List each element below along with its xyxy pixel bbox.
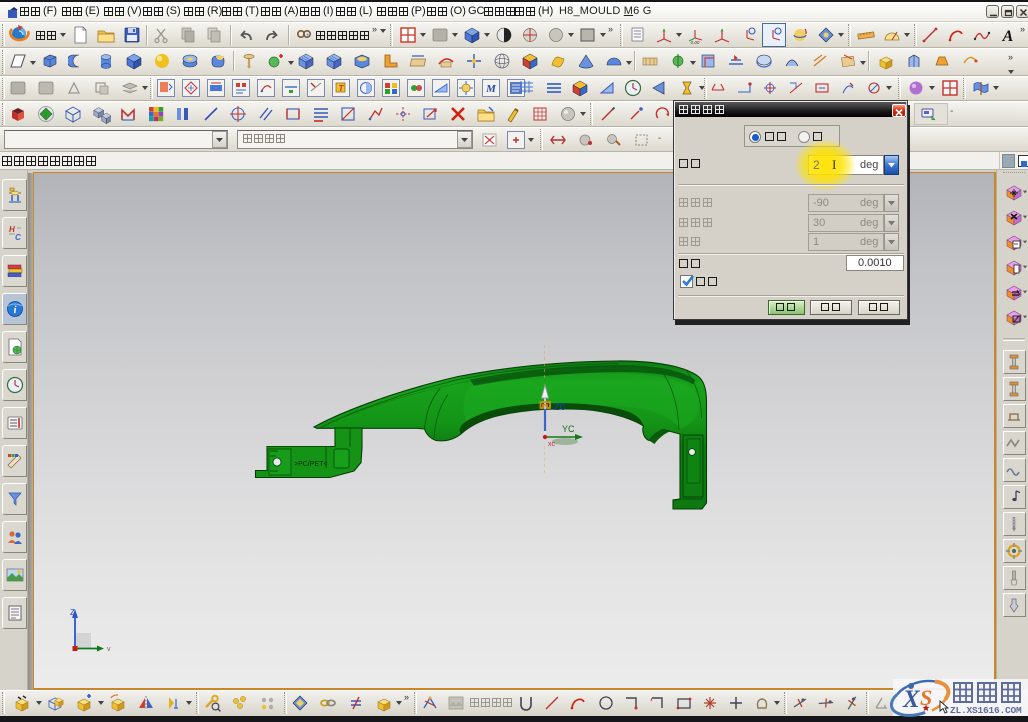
svg-text:v: v — [107, 646, 111, 653]
svg-text:X: X — [902, 686, 921, 713]
svg-text:0.00: 0.00 — [691, 40, 700, 45]
svg-text:M: M — [485, 83, 497, 95]
svg-text:YC: YC — [562, 424, 575, 434]
svg-text:>PC/PET<: >PC/PET< — [294, 461, 327, 468]
svg-text:ZC: ZC — [554, 402, 566, 412]
svg-text:Z: Z — [70, 608, 75, 617]
svg-text:C: C — [15, 233, 21, 242]
svg-text:A: A — [1002, 28, 1014, 45]
